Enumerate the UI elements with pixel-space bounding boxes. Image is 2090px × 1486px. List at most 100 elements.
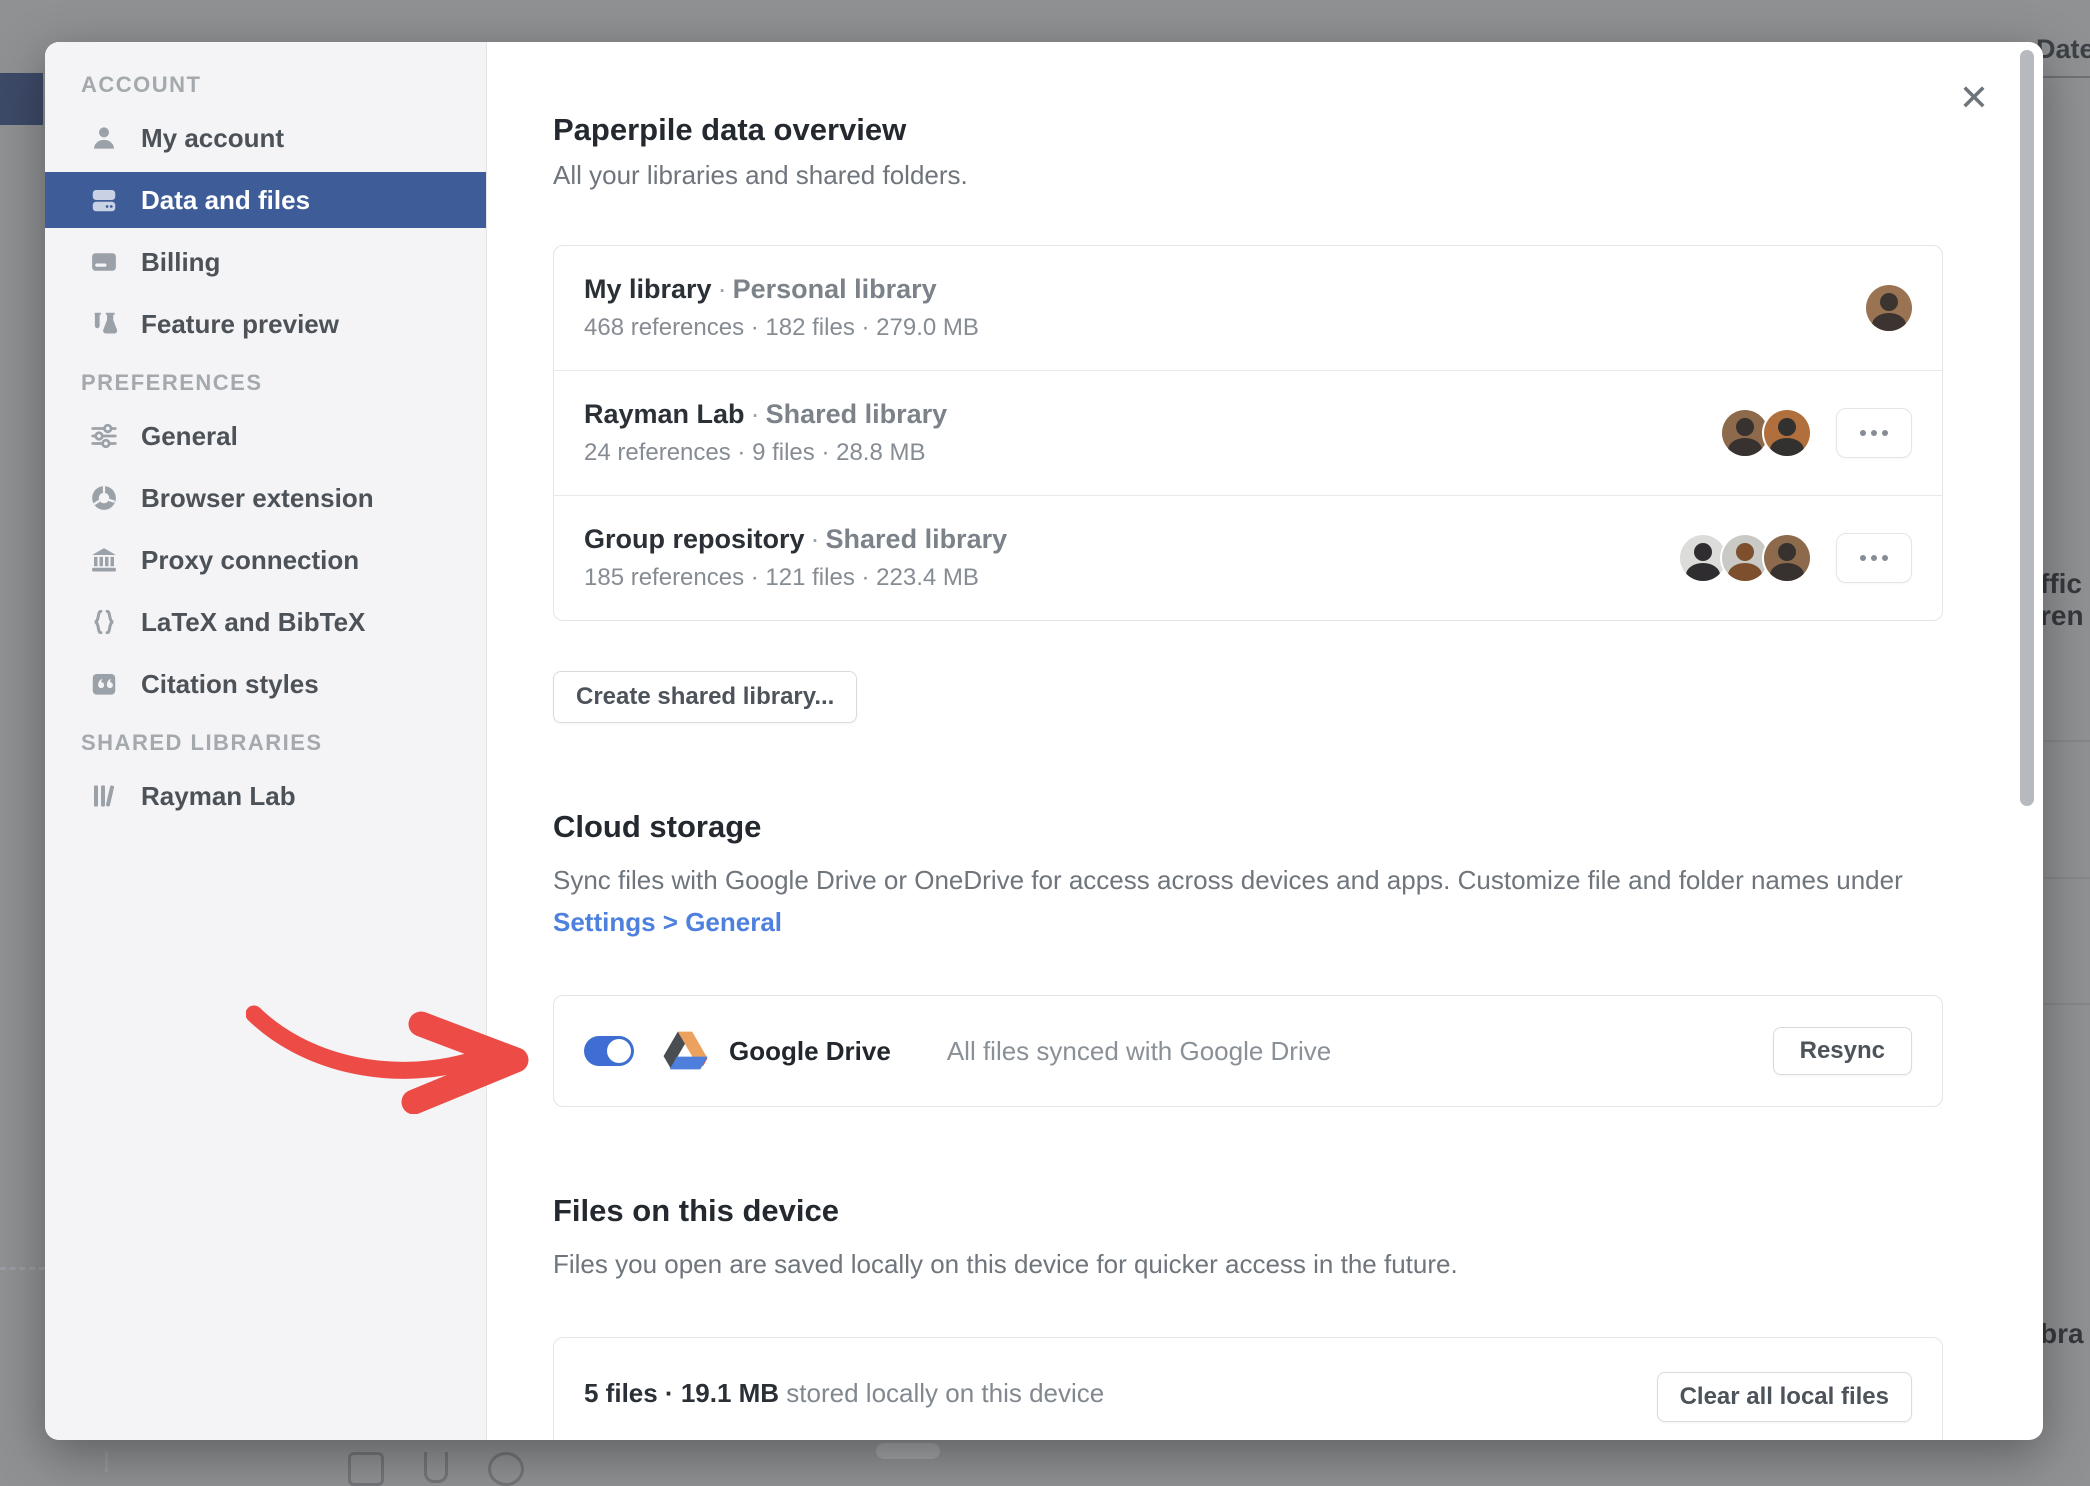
close-icon[interactable]: ✕ <box>1959 80 1989 116</box>
avatar <box>1722 410 1768 456</box>
sidebar-item-rayman-lab[interactable]: Rayman Lab <box>45 768 486 824</box>
ellipsis-dot <box>1871 555 1877 561</box>
page-subtitle: All your libraries and shared folders. <box>553 160 1943 191</box>
library-type: Shared library <box>766 399 948 429</box>
background-header-fragment <box>0 73 43 125</box>
sidebar-item-general[interactable]: General <box>45 408 486 464</box>
settings-sidebar: ACCOUNT My account Data and files Billing Fe… <box>45 42 487 1440</box>
data-icon <box>87 183 121 217</box>
avatar <box>1764 410 1810 456</box>
library-menu-button[interactable] <box>1836 533 1912 583</box>
sidebar-item-label: Citation styles <box>141 669 319 700</box>
library-name: Group repository <box>584 524 805 554</box>
ellipsis-dot <box>1882 555 1888 561</box>
chrome-icon <box>87 481 121 515</box>
sidebar-item-label: Rayman Lab <box>141 781 296 812</box>
member-avatars <box>1722 410 1810 456</box>
sidebar-item-label: Billing <box>141 247 220 278</box>
sidebar-section-label: PREFERENCES <box>45 370 486 396</box>
local-files-card: 5 files · 19.1 MB stored locally on this… <box>553 1337 1943 1440</box>
separator-dot: · <box>712 274 733 304</box>
library-name: Rayman Lab <box>584 399 745 429</box>
sidebar-section-label: ACCOUNT <box>45 72 486 98</box>
resync-button[interactable]: Resync <box>1773 1027 1912 1075</box>
library-stats: 185 references · 121 files · 223.4 MB <box>584 564 1680 592</box>
scrollbar-thumb[interactable] <box>2020 50 2034 806</box>
library-icon <box>87 779 121 813</box>
libraries-card: My library·Personal library468 reference… <box>553 245 1943 621</box>
ellipsis-dot <box>1882 430 1888 436</box>
clear-local-files-button[interactable]: Clear all local files <box>1657 1372 1912 1422</box>
sidebar-item-billing[interactable]: Billing <box>45 234 486 290</box>
google-drive-toggle[interactable] <box>584 1036 634 1066</box>
bank-icon <box>87 543 121 577</box>
settings-content: ✕ Paperpile data overview All your libra… <box>487 42 2043 1440</box>
member-avatars <box>1680 535 1810 581</box>
quote-icon <box>87 667 121 701</box>
separator-dot: · <box>805 524 826 554</box>
library-row: My library·Personal library468 reference… <box>554 246 1942 370</box>
sidebar-item-citation-styles[interactable]: Citation styles <box>45 656 486 712</box>
separator-dot: · <box>745 399 766 429</box>
sidebar-item-label: My account <box>141 123 284 154</box>
background-toolbar-icons <box>348 1452 524 1486</box>
background-table-line <box>2044 877 2090 879</box>
sidebar-item-browser-extension[interactable]: Browser extension <box>45 470 486 526</box>
library-type: Shared library <box>826 524 1008 554</box>
background-date-column-label: Date <box>2036 34 2090 65</box>
sidebar-item-label: General <box>141 421 238 452</box>
create-shared-library-button[interactable]: Create shared library... <box>553 671 857 723</box>
library-info: Group repository·Shared library 185 refer… <box>584 524 1680 592</box>
avatar <box>1764 535 1810 581</box>
card-icon <box>87 245 121 279</box>
local-files-description: Files you open are saved locally on this… <box>553 1243 1943 1285</box>
background-note-icon <box>348 1452 384 1486</box>
library-info: My library·Personal library468 reference… <box>584 274 1866 342</box>
background-table-line <box>2044 740 2090 742</box>
sidebar-item-proxy-connection[interactable]: Proxy connection <box>45 532 486 588</box>
background-button-fragment <box>876 1443 940 1459</box>
google-drive-card: Google Drive All files synced with Googl… <box>553 995 1943 1107</box>
background-circle-icon <box>488 1452 524 1486</box>
settings-general-link[interactable]: Settings > General <box>553 907 782 937</box>
cloud-storage-description-text: Sync files with Google Drive or OneDrive… <box>553 865 1903 895</box>
user-icon <box>87 121 121 155</box>
cloud-storage-heading: Cloud storage <box>553 809 1943 845</box>
braces-icon <box>87 605 121 639</box>
background-text-fragment: ffic <box>2040 568 2090 600</box>
background-text-fragment: bra <box>2040 1318 2090 1350</box>
sidebar-item-label: LaTeX and BibTeX <box>141 607 365 638</box>
google-drive-status: All files synced with Google Drive <box>947 1036 1773 1067</box>
sidebar-item-data-and-files[interactable]: Data and files <box>45 172 486 228</box>
member-avatars <box>1866 285 1912 331</box>
avatar <box>1722 535 1768 581</box>
ellipsis-dot <box>1871 430 1877 436</box>
sidebar-item-my-account[interactable]: My account <box>45 110 486 166</box>
library-menu-button[interactable] <box>1836 408 1912 458</box>
background-table-line <box>2044 1003 2090 1005</box>
sliders-icon <box>87 419 121 453</box>
library-info: Rayman Lab·Shared library24 references ·… <box>584 399 1722 467</box>
background-dashed-line <box>105 1452 108 1472</box>
background-table-line <box>2040 76 2090 78</box>
page-title: Paperpile data overview <box>553 112 1943 148</box>
ellipsis-dot <box>1860 555 1866 561</box>
background-dashed-line <box>0 1267 45 1270</box>
cloud-storage-description: Sync files with Google Drive or OneDrive… <box>553 859 1943 943</box>
sidebar-section-label: SHARED LIBRARIES <box>45 730 486 756</box>
sidebar-item-feature-preview[interactable]: Feature preview <box>45 296 486 352</box>
local-files-stats-rest: stored locally on this device <box>779 1378 1104 1408</box>
ellipsis-dot <box>1860 430 1866 436</box>
background-paperclip-icon <box>424 1452 448 1483</box>
sidebar-item-latex-and-bibtex[interactable]: LaTeX and BibTeX <box>45 594 486 650</box>
sidebar-item-label: Data and files <box>141 185 310 216</box>
avatar <box>1680 535 1726 581</box>
library-name: My library <box>584 274 712 304</box>
local-files-stats: 5 files · 19.1 MB stored locally on this… <box>584 1372 1657 1409</box>
sidebar-item-label: Proxy connection <box>141 545 359 576</box>
avatar <box>1866 285 1912 331</box>
library-row: Group repository·Shared library 185 refer… <box>554 495 1942 620</box>
local-files-heading: Files on this device <box>553 1193 1943 1229</box>
settings-dialog: ACCOUNT My account Data and files Billing Fe… <box>45 42 2043 1440</box>
toggle-knob <box>607 1039 631 1063</box>
